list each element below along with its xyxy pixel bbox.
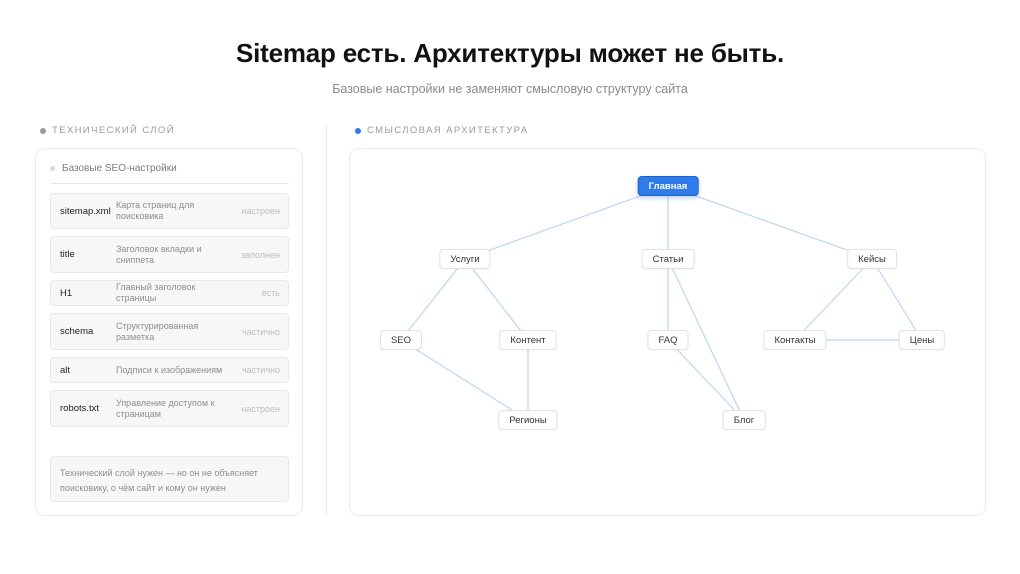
node-home[interactable]: Главная — [637, 176, 699, 196]
edge-services-seo — [400, 258, 466, 341]
page-subtitle: Базовые настройки не заменяют смысловую … — [332, 82, 688, 96]
row-description: Заголовок вкладки и сниппета — [116, 243, 202, 265]
edge-home-services — [464, 185, 669, 260]
page-title: Sitemap есть. Архитектуры может не быть. — [235, 38, 785, 68]
node-prices[interactable]: Цены — [898, 330, 946, 350]
technical-layer-note: Технический слой нужен — но он не объясн… — [50, 456, 289, 502]
edge-cases-contacts — [794, 258, 873, 341]
seo-settings-card: Базовые SEO-настройки sitemap.xml Карта … — [35, 148, 303, 516]
node-cases[interactable]: Кейсы — [847, 249, 897, 269]
card-title: Базовые SEO-настройки — [62, 163, 177, 174]
node-seo[interactable]: SEO — [379, 330, 423, 350]
section-divider — [326, 124, 327, 516]
card-header: Базовые SEO-настройки — [50, 163, 177, 174]
edge-home-cases — [667, 185, 873, 260]
architecture-diagram: Главная Услуги Статьи Кейсы SEO Контент … — [349, 148, 986, 516]
bullet-icon — [355, 127, 361, 134]
technical-layer-label: ТЕХНИЧЕСКИЙ СЛОЙ — [40, 125, 175, 136]
row-key: alt — [60, 364, 71, 376]
node-regions[interactable]: Регионы — [498, 410, 558, 430]
settings-row-alt: alt Подписи к изображениям частично — [50, 357, 289, 383]
technical-layer-label-text: ТЕХНИЧЕСКИЙ СЛОЙ — [52, 125, 175, 136]
row-status: частично — [241, 365, 280, 375]
edge-faq-blog — [667, 339, 745, 421]
semantic-architecture-label: СМЫСЛОВАЯ АРХИТЕКТУРА — [355, 125, 528, 136]
edge-seo-regions — [400, 339, 529, 421]
edge-cases-prices — [871, 258, 923, 341]
settings-row-sitemap: sitemap.xml Карта страниц для поисковика… — [50, 193, 289, 229]
settings-row-h1: H1 Главный заголовок страницы есть — [50, 280, 289, 306]
row-key: title — [60, 249, 75, 260]
node-content[interactable]: Контент — [499, 330, 557, 350]
edge-services-content — [464, 258, 529, 341]
node-blog[interactable]: Блог — [722, 410, 766, 430]
card-divider — [50, 183, 289, 184]
node-services[interactable]: Услуги — [439, 249, 491, 269]
bullet-icon — [50, 166, 55, 171]
row-key: sitemap.xml — [60, 205, 111, 217]
row-description: Управление доступом к страницам — [116, 397, 215, 419]
bullet-icon — [40, 127, 46, 134]
node-contacts[interactable]: Контакты — [763, 330, 827, 350]
node-faq[interactable]: FAQ — [647, 330, 689, 350]
settings-row-robots: robots.txt Управление доступом к страниц… — [50, 390, 289, 427]
row-status: заполнен — [240, 249, 280, 260]
row-status: настроен — [241, 206, 280, 216]
settings-row-title: title Заголовок вкладки и сниппета запол… — [50, 236, 289, 273]
row-description: Структурированная разметка — [116, 320, 199, 342]
row-status: есть — [261, 288, 280, 298]
settings-row-schema: schema Структурированная разметка частич… — [50, 313, 289, 350]
row-status: настроен — [241, 403, 280, 414]
row-description: Подписи к изображениям — [116, 364, 223, 375]
row-key: schema — [60, 326, 94, 337]
row-key: H1 — [60, 287, 73, 299]
row-status: частично — [241, 326, 280, 337]
row-key: robots.txt — [60, 403, 100, 414]
row-description: Карта страниц для поисковика — [116, 200, 195, 221]
row-description: Главный заголовок страницы — [116, 282, 196, 303]
semantic-architecture-label-text: СМЫСЛОВАЯ АРХИТЕКТУРА — [367, 125, 529, 136]
node-articles[interactable]: Статьи — [641, 249, 695, 269]
